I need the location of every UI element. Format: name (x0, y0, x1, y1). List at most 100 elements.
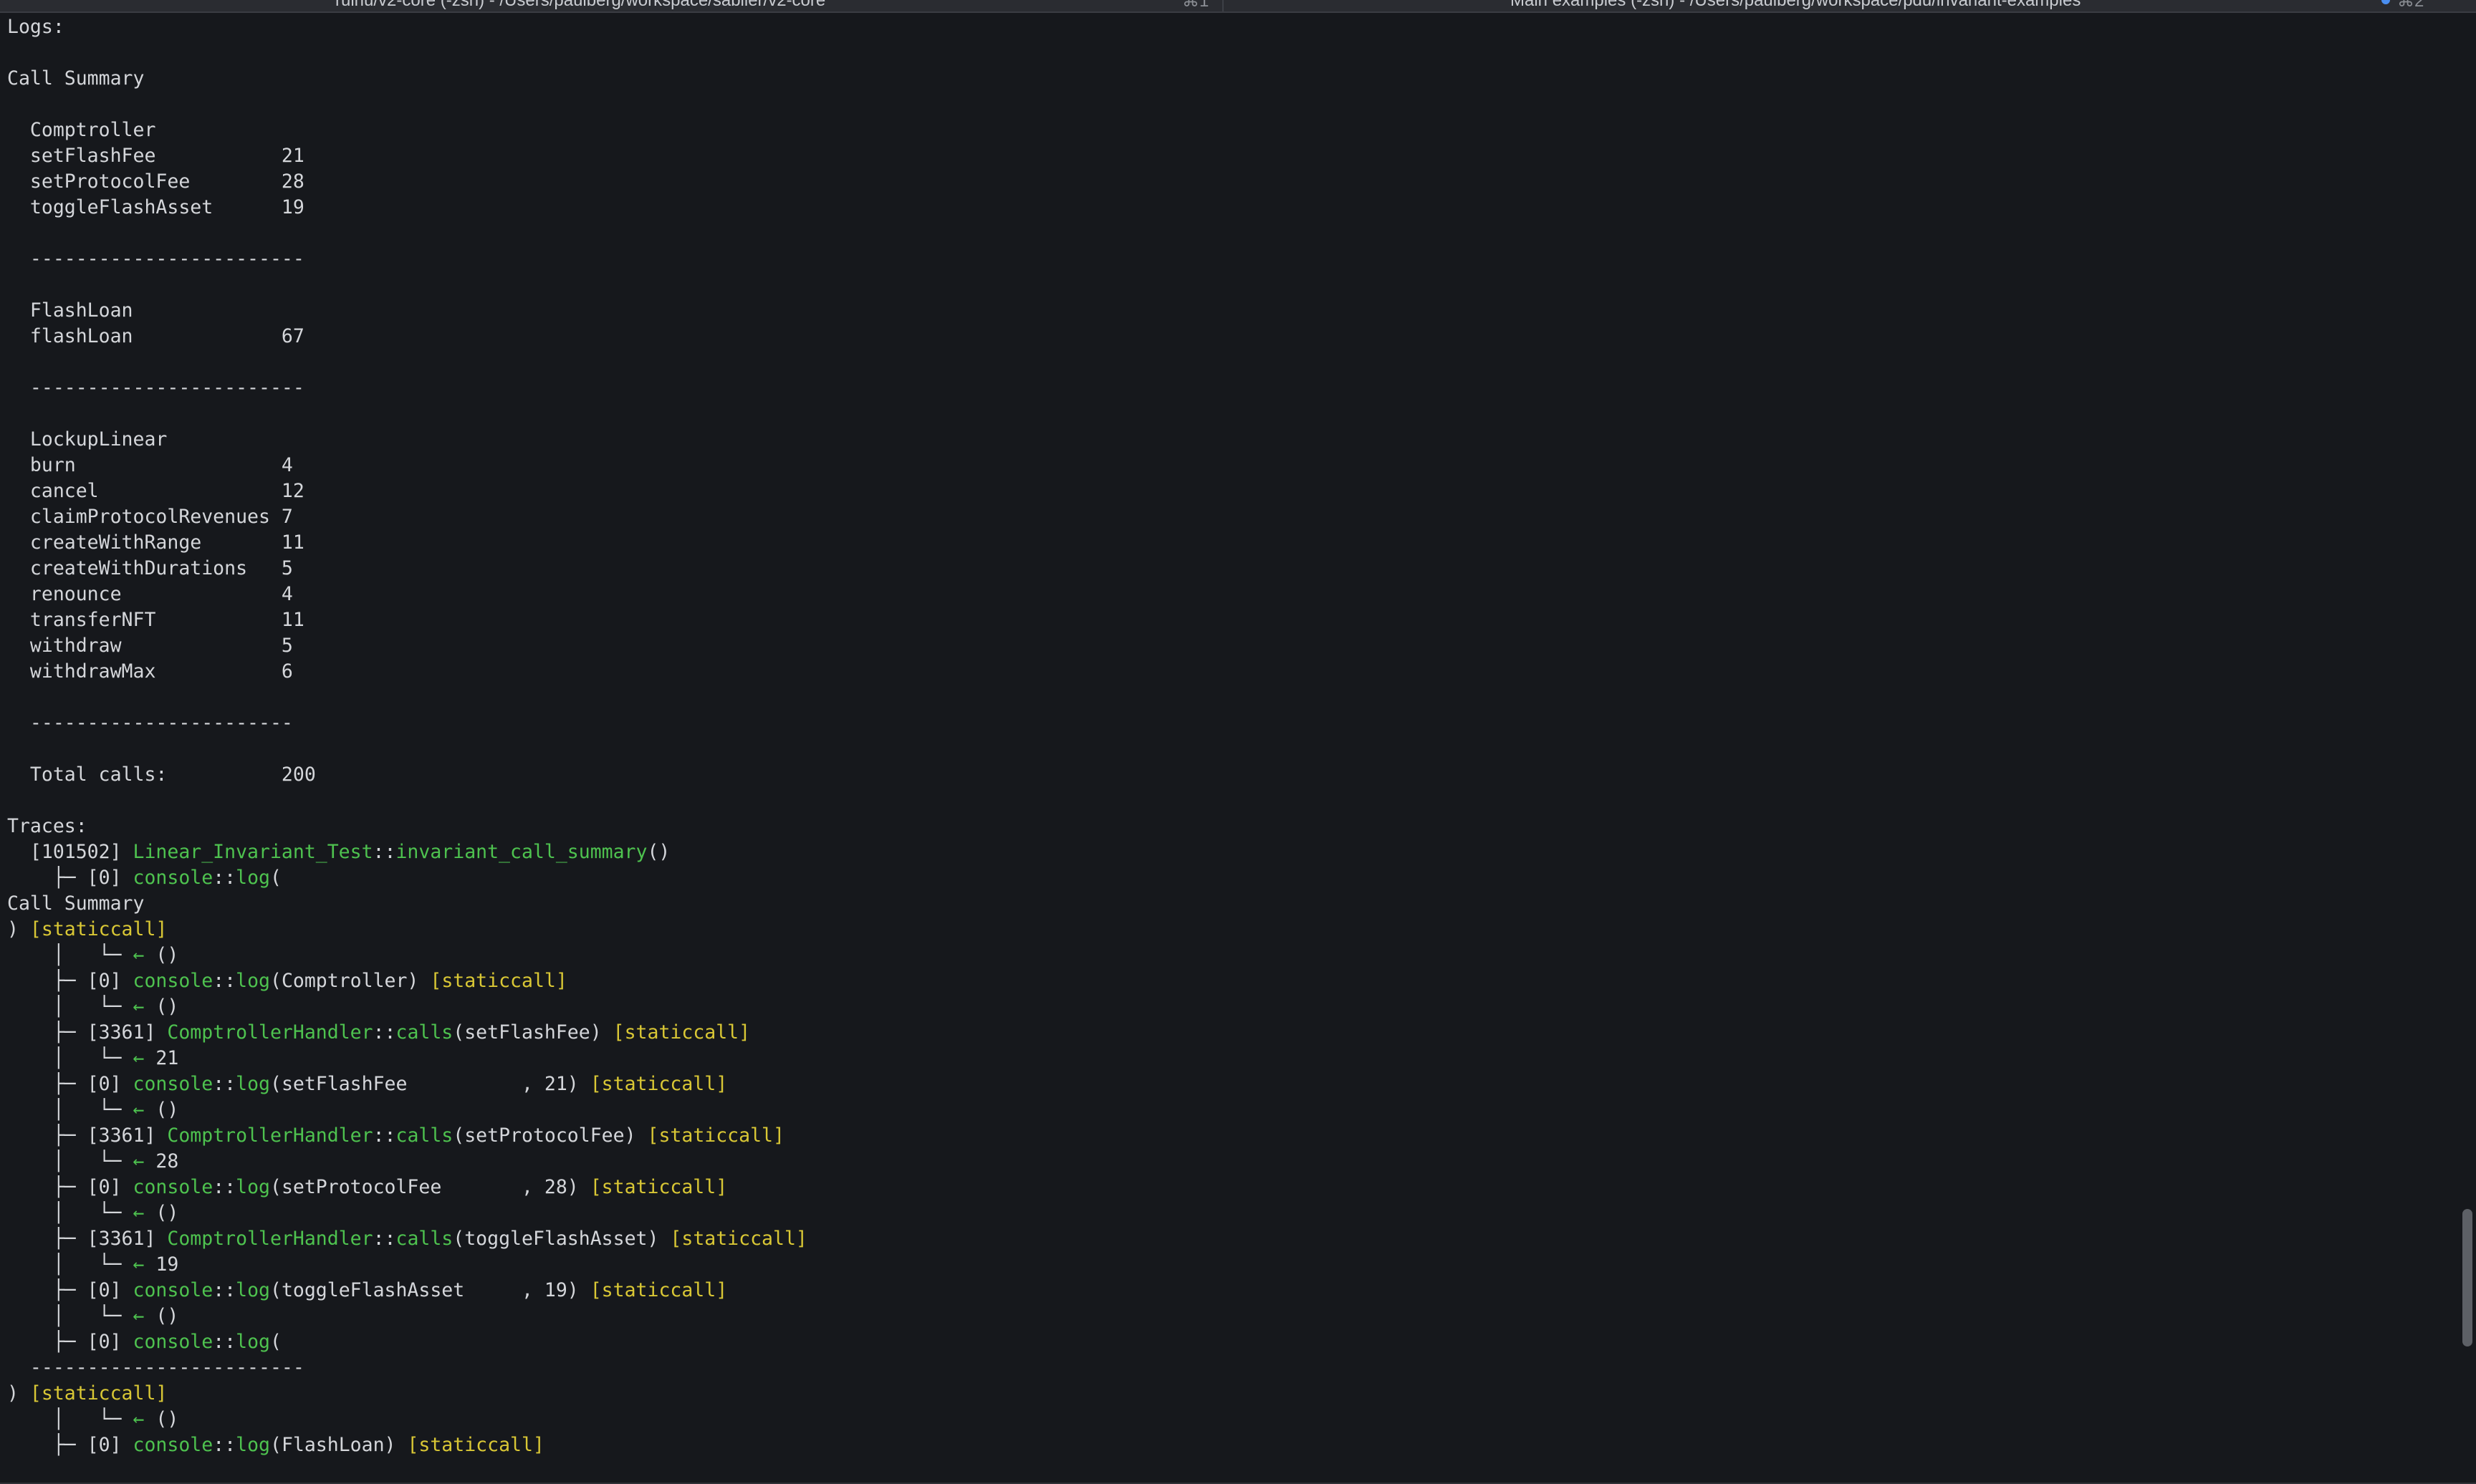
window-title-bar: ruinu/v2-core (-zsh) - /Users/paulberg/w… (0, 0, 2476, 13)
terminal-text-segment: ├─ [0] (7, 970, 133, 992)
terminal-text-segment: (FlashLoan) (269, 1434, 408, 1456)
terminal-output[interactable]: Logs: Call Summary Comptroller setFlashFe… (7, 14, 2443, 1475)
terminal-text-segment: console (133, 867, 213, 889)
terminal-text-segment: withdraw 5 (7, 635, 293, 657)
terminal-text-segment: :: (213, 970, 236, 992)
terminal-text-segment: calls (395, 1021, 454, 1044)
terminal-text-segment: () (144, 996, 179, 1018)
terminal-text-segment: Comptroller (7, 119, 156, 141)
terminal-text-segment: claimProtocolRevenues 7 (7, 506, 293, 528)
terminal-text-segment: [staticcall] (670, 1228, 807, 1250)
terminal-line: │ └─ ← 19 (7, 1252, 2443, 1278)
terminal-text-segment: ← (133, 1253, 145, 1276)
terminal-text-segment: [staticcall] (590, 1279, 728, 1301)
terminal-text-segment: ) (7, 1382, 30, 1404)
terminal-scrollbar[interactable] (2460, 13, 2476, 1484)
terminal-text-segment: │ └─ (7, 1047, 133, 1069)
terminal-line: ├─ [0] console::log( (7, 1329, 2443, 1355)
terminal-text-segment: [staticcall] (590, 1176, 728, 1198)
terminal-text-segment: 21 (144, 1047, 179, 1069)
terminal-text-segment: :: (213, 1434, 236, 1456)
terminal-text-segment: transferNFT 11 (7, 609, 304, 631)
scrollbar-thumb[interactable] (2462, 1209, 2472, 1346)
terminal-text-segment: console (133, 1176, 213, 1198)
terminal-text-segment: flashLoan 67 (7, 325, 304, 347)
terminal-text-segment: setProtocolFee 28 (7, 170, 304, 193)
terminal-text-segment: toggleFlashAsset 19 (7, 196, 304, 218)
terminal-text-segment: () (144, 1408, 179, 1430)
terminal-text-segment: setFlashFee 21 (7, 145, 304, 167)
terminal-text-segment: ) (7, 918, 30, 940)
terminal-text-segment: () (144, 1099, 179, 1121)
terminal-text-segment: ├─ [0] (7, 867, 133, 889)
terminal-line: ├─ [3361] ComptrollerHandler::calls(togg… (7, 1226, 2443, 1252)
terminal-line: [101502] Linear_Invariant_Test::invarian… (7, 839, 2443, 865)
terminal-text-segment: (setProtocolFee) (453, 1124, 648, 1147)
terminal-text-segment: ← (133, 1408, 145, 1430)
terminal-line: │ └─ ← 21 (7, 1046, 2443, 1071)
terminal-text-segment: (Comptroller) (269, 970, 431, 992)
terminal-text-segment: :: (213, 1176, 236, 1198)
terminal-text-segment: │ └─ (7, 996, 133, 1018)
terminal-line: ) [staticcall] (7, 917, 2443, 943)
terminal-text-segment: ← (133, 1099, 145, 1121)
terminal-line: ├─ [0] console::log(setFlashFee , 21) [s… (7, 1071, 2443, 1097)
terminal-text-segment: [staticcall] (29, 918, 168, 940)
terminal-text-segment: 28 (144, 1150, 179, 1172)
terminal-line: ) [staticcall] (7, 1381, 2443, 1407)
terminal-line: ------------------------ (7, 375, 2443, 401)
terminal-line: ├─ [3361] ComptrollerHandler::calls(setF… (7, 1020, 2443, 1046)
terminal-text-segment: :: (373, 1124, 396, 1147)
terminal-text-segment: log (236, 1279, 270, 1301)
terminal-text-segment: :: (213, 1073, 236, 1095)
terminal-text-segment: [staticcall] (29, 1382, 168, 1404)
tab-left-shortcut: ⌘1 (1182, 0, 1209, 11)
terminal-tab-right[interactable]: Main examples (-zsh) - /Users/paulberg/w… (1510, 0, 2081, 11)
terminal-text-segment: calls (395, 1228, 454, 1250)
terminal-line: ------------------------ (7, 1355, 2443, 1381)
terminal-line: │ └─ ← () (7, 1097, 2443, 1123)
terminal-text-segment: Call Summary (7, 892, 145, 915)
terminal-line: setProtocolFee 28 (7, 169, 2443, 195)
terminal-text-segment: [staticcall] (590, 1073, 728, 1095)
terminal-line: withdraw 5 (7, 633, 2443, 659)
terminal-text-segment: console (133, 1434, 213, 1456)
terminal-text-segment: () (144, 944, 179, 966)
terminal-line: │ └─ ← () (7, 994, 2443, 1020)
terminal-text-segment: :: (213, 867, 236, 889)
activity-dot-icon (2381, 0, 2390, 4)
terminal-text-segment: log (236, 1176, 270, 1198)
terminal-text-segment: LockupLinear (7, 428, 168, 450)
tab-divider (1222, 0, 1224, 11)
terminal-text-segment: invariant_call_summary (395, 841, 648, 863)
terminal-line: burn 4 (7, 453, 2443, 478)
terminal-line: cancel 12 (7, 478, 2443, 504)
terminal-tab-left[interactable]: ruinu/v2-core (-zsh) - /Users/paulberg/w… (335, 0, 825, 11)
terminal-line: createWithDurations 5 (7, 556, 2443, 582)
terminal-text-segment: ├─ [3361] (7, 1124, 168, 1147)
terminal-text-segment: ( (269, 867, 282, 889)
terminal-text-segment: [101502] (7, 841, 133, 863)
terminal-text-segment: │ └─ (7, 944, 133, 966)
terminal-text-segment: :: (373, 1021, 396, 1044)
terminal-text-segment: ├─ [3361] (7, 1021, 168, 1044)
terminal-text-segment: ComptrollerHandler (167, 1124, 373, 1147)
terminal-text-segment: () (144, 1202, 179, 1224)
terminal-text-segment: │ └─ (7, 1253, 133, 1276)
terminal-line: withdrawMax 6 (7, 659, 2443, 685)
terminal-line: │ └─ ← () (7, 1304, 2443, 1329)
terminal-text-segment: │ └─ (7, 1099, 133, 1121)
terminal-text-segment: (setFlashFee , 21) (269, 1073, 590, 1095)
terminal-text-segment: ├─ [0] (7, 1331, 133, 1353)
terminal-text-segment: ├─ [0] (7, 1279, 133, 1301)
terminal-text-segment: console (133, 1073, 213, 1095)
terminal-line: renounce 4 (7, 582, 2443, 607)
terminal-text-segment: cancel 12 (7, 480, 304, 502)
terminal-text-segment: Call Summary (7, 67, 145, 90)
terminal-text-segment: (toggleFlashAsset , 19) (269, 1279, 590, 1301)
terminal-text-segment: log (236, 1434, 270, 1456)
